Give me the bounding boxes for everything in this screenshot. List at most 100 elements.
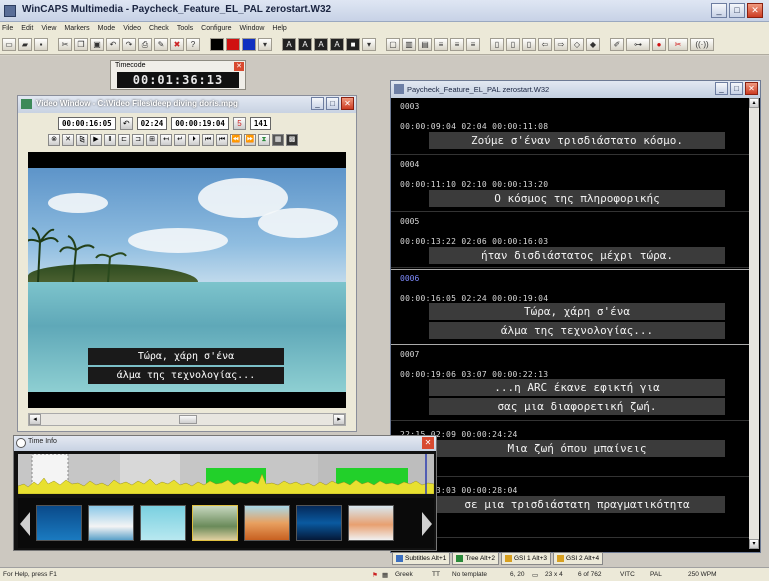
menu-markers[interactable]: Markers (64, 25, 89, 32)
stop-icon[interactable]: ⊗ (48, 134, 60, 146)
list-vertical-scrollbar[interactable]: ▴ ▾ (749, 98, 759, 549)
box-a-icon[interactable]: A (282, 38, 296, 51)
subtitle-entry[interactable]: 25:01 03:03 00:00:28:04 σε μια τρισδιάστα… (391, 478, 750, 538)
time-info-close-icon[interactable]: ✕ (422, 437, 434, 449)
time-in-field[interactable]: 00:00:16:05 (58, 117, 116, 130)
audio-waveform[interactable] (18, 454, 434, 494)
menu-view[interactable]: View (41, 25, 56, 32)
thumbnail-frame[interactable] (192, 505, 238, 541)
fast-forward-icon[interactable]: ⏩ (244, 134, 256, 146)
align-center-icon[interactable]: ≡ (450, 38, 464, 51)
thumbnail-frame[interactable] (244, 505, 290, 541)
duration-field[interactable]: 02:24 (136, 117, 168, 130)
pause-icon[interactable]: Ⅱ (104, 134, 116, 146)
back-icon[interactable]: ↤ (160, 134, 172, 146)
thumbnail-frame[interactable] (140, 505, 186, 541)
step-icon[interactable]: ⧎ (76, 134, 88, 146)
monitor-icon[interactable]: ▩ (286, 134, 298, 146)
align-left-icon[interactable]: ≡ (434, 38, 448, 51)
thumbnail-filmstrip[interactable] (18, 498, 434, 548)
key-icon[interactable]: ⊶ (626, 38, 650, 51)
close-icon[interactable]: ✕ (234, 62, 244, 71)
color-black-icon[interactable] (210, 38, 224, 51)
menu-video[interactable]: Video (123, 25, 141, 32)
layout-2-icon[interactable]: ▥ (402, 38, 416, 51)
menu-window[interactable]: Window (240, 25, 265, 32)
thumbnail-frame[interactable] (88, 505, 134, 541)
scroll-down-icon[interactable]: ▾ (749, 539, 759, 549)
play-icon[interactable]: ▶ (90, 134, 102, 146)
video-close-button[interactable]: ✕ (341, 97, 354, 110)
layout-3-icon[interactable]: ▤ (418, 38, 432, 51)
audio-icon[interactable]: ((·)) (690, 38, 714, 51)
subtitle-entry[interactable]: 0003 00:00:09:04 02:04 00:00:11:08 Ζούμε σ… (391, 98, 750, 155)
menu-mode[interactable]: Mode (98, 25, 116, 32)
split-1-icon[interactable]: ▯ (490, 38, 504, 51)
list-close-button[interactable]: ✕ (745, 82, 758, 95)
subtitle-text-line[interactable]: Τώρα, χάρη σ'ένα (429, 303, 725, 320)
next-icon[interactable]: ⇨ (554, 38, 568, 51)
frame-count-field[interactable]: 141 (249, 117, 272, 130)
box-d-icon[interactable]: A (330, 38, 344, 51)
maximize-button[interactable]: □ (729, 3, 745, 18)
help-icon[interactable]: ? (186, 38, 200, 51)
cut-icon[interactable]: ✂ (58, 38, 72, 51)
subtitle-entry[interactable]: 22:15 02:09 00:00:24:24 Μια ζωή όπου μπαί… (391, 422, 750, 477)
skip-back-icon[interactable]: ⏮ (202, 134, 214, 146)
tab-tree[interactable]: Tree Alt+2 (452, 552, 499, 565)
subtitle-text-line[interactable]: σε μια τρισδιάστατη πραγματικότητα (429, 496, 725, 513)
scroll-left-icon[interactable]: ◂ (29, 414, 41, 425)
filmstrip-right-icon[interactable] (422, 512, 432, 536)
minimize-button[interactable]: _ (711, 3, 727, 18)
video-minimize-button[interactable]: _ (311, 97, 324, 110)
time-out-field[interactable]: 00:00:19:04 (171, 117, 229, 130)
scroll-thumb[interactable] (179, 415, 197, 424)
align-right-icon[interactable]: ≡ (466, 38, 480, 51)
return-icon[interactable]: ↵ (174, 134, 186, 146)
save-icon[interactable]: ▪ (34, 38, 48, 51)
subtitle-entry[interactable]: 0005 00:00:13:22 02:06 00:00:16:03 ήταν δι… (391, 213, 750, 268)
scroll-up-icon[interactable]: ▴ (749, 98, 759, 108)
mark-out-icon[interactable]: ⊐ (132, 134, 144, 146)
color-red-icon[interactable] (226, 38, 240, 51)
list-maximize-button[interactable]: □ (730, 82, 743, 95)
tab-subtitles[interactable]: Subtitles Alt+1 (392, 552, 451, 565)
video-maximize-button[interactable]: □ (326, 97, 339, 110)
new-file-icon[interactable]: ▭ (2, 38, 16, 51)
in-marker-icon[interactable]: ↶ (119, 117, 133, 130)
cut-video-icon[interactable]: ✂ (668, 38, 688, 51)
scroll-right-icon[interactable]: ▸ (333, 414, 345, 425)
box-b-icon[interactable]: A (298, 38, 312, 51)
menu-configure[interactable]: Configure (201, 25, 231, 32)
layout-1-icon[interactable]: ▢ (386, 38, 400, 51)
out-marker-icon[interactable]: 5 (232, 117, 246, 130)
skip-back-2-icon[interactable]: ⏮ (216, 134, 228, 146)
subtitle-text-line[interactable]: άλμα της τεχνολογίας... (429, 322, 725, 339)
menu-help[interactable]: Help (272, 25, 286, 32)
subtitle-text-line[interactable]: Ο κόσμος της πληροφορικής (429, 190, 725, 207)
grid-icon[interactable]: ▦ (272, 134, 284, 146)
close-button[interactable]: ✕ (747, 3, 763, 18)
box-dropdown-icon[interactable]: ▾ (362, 38, 376, 51)
menu-tools[interactable]: Tools (177, 25, 193, 32)
cancel-icon[interactable]: ✕ (62, 134, 74, 146)
edit-icon[interactable]: ✎ (154, 38, 168, 51)
tab-gsi-1[interactable]: GSI 1 Alt+3 (500, 552, 552, 565)
undo-icon[interactable]: ↶ (106, 38, 120, 51)
subtitle-entry[interactable]: 0007 00:00:19:06 03:07 00:00:22:13 ...η AR… (391, 346, 750, 421)
delete-icon[interactable]: ✖ (170, 38, 184, 51)
thumbnail-frame[interactable] (348, 505, 394, 541)
menu-edit[interactable]: Edit (21, 25, 33, 32)
subtitle-text-line[interactable]: Μια ζωή όπου μπαίνεις (429, 440, 725, 457)
video-horizontal-scrollbar[interactable]: ◂ ▸ (28, 413, 346, 426)
box-e-icon[interactable]: ■ (346, 38, 360, 51)
snap-icon[interactable]: ⧗ (258, 134, 270, 146)
mark-both-icon[interactable]: ⊞ (146, 134, 158, 146)
video-display[interactable]: Τώρα, χάρη σ'ένα άλμα της τεχνολογίας... (28, 152, 346, 408)
mark-in-icon[interactable]: ⊏ (118, 134, 130, 146)
color-blue-icon[interactable] (242, 38, 256, 51)
marker-b-icon[interactable]: ◆ (586, 38, 600, 51)
split-3-icon[interactable]: ▯ (522, 38, 536, 51)
menu-check[interactable]: Check (149, 25, 169, 32)
filmstrip-left-icon[interactable] (20, 512, 30, 536)
